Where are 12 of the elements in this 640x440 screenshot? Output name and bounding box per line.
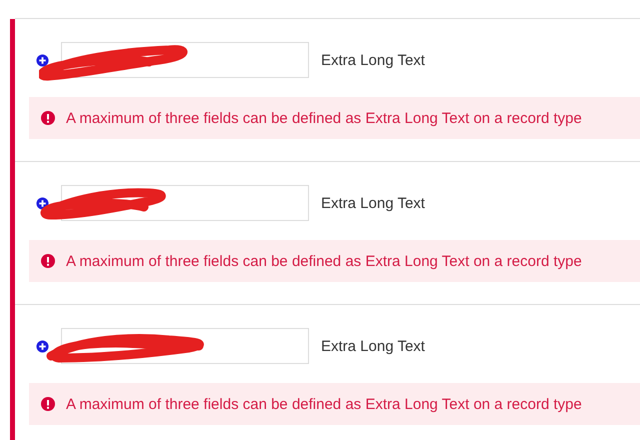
field-type-label: Extra Long Text bbox=[321, 338, 425, 354]
add-icon[interactable] bbox=[36, 196, 49, 210]
error-icon bbox=[41, 111, 55, 125]
error-icon bbox=[41, 397, 55, 411]
error-message: A maximum of three fields can be defined as Extra Long Text on a record type bbox=[66, 110, 582, 126]
add-icon[interactable] bbox=[36, 340, 49, 352]
error-message: A maximum of three fields can be defined as Extra Long Text on a record type bbox=[66, 252, 582, 270]
field-type-label: Extra Long Text bbox=[321, 194, 425, 212]
error-icon bbox=[41, 254, 55, 268]
field-type-label: Extra Long Text bbox=[321, 52, 425, 68]
error-message: A maximum of three fields can be defined as Extra Long Text on a record type bbox=[66, 396, 582, 412]
add-icon[interactable] bbox=[36, 54, 49, 66]
